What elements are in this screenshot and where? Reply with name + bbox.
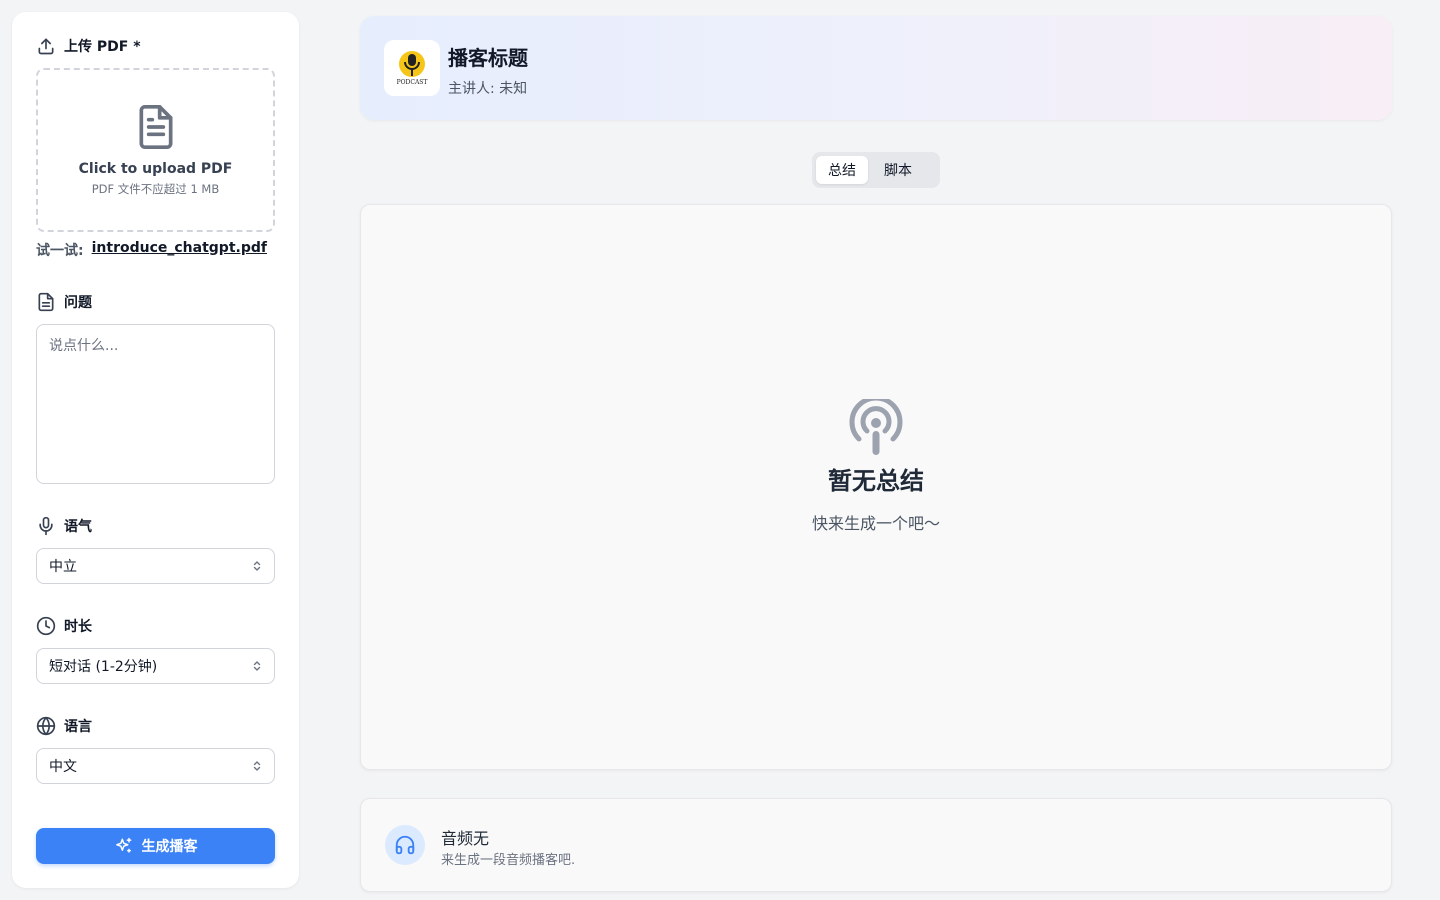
summary-panel: 暂无总结 快来生成一个吧～ [360,204,1392,770]
tone-select[interactable]: 中立 [36,548,275,584]
document-icon [139,105,172,150]
logo-text: PODCAST [397,79,428,86]
upload-pdf-label-text: 上传 PDF * [64,39,141,55]
sidebar: 上传 PDF * Click to upload PDF PDF 文件不应超过 … [12,12,299,888]
language-label-text: 语言 [64,719,92,735]
question-placeholder: 说点什么... [49,338,119,354]
podcast-icon [849,399,903,455]
headphones-icon [395,835,415,855]
upload-pdf-label: 上传 PDF * [36,36,141,56]
audio-title: 音频无 [441,829,490,848]
tone-value: 中立 [49,559,77,575]
podcast-title: 播客标题 [448,46,528,70]
language-value: 中文 [49,759,77,775]
duration-select[interactable]: 短对话 (1-2分钟) [36,648,275,684]
podcast-host: 主讲人: 未知 [448,81,528,97]
sample-pdf-link[interactable]: introduce_chatgpt.pdf [92,240,267,260]
sparkles-icon [115,837,131,853]
generate-podcast-label: 生成播客 [141,839,198,855]
tone-label-text: 语气 [64,519,92,535]
clock-icon [36,616,56,636]
upload-icon [38,38,54,55]
view-tabs: 总结 脚本 [812,152,940,188]
chevron-up-down-icon [253,661,261,671]
duration-label: 时长 [36,616,92,636]
empty-subtitle: 快来生成一个吧～ [811,514,940,533]
tab-summary[interactable]: 总结 [816,156,868,184]
try-sample-row: 试一试: introduce_chatgpt.pdf [36,240,267,260]
upload-hint: PDF 文件不应超过 1 MB [91,182,220,196]
empty-state: 暂无总结 快来生成一个吧～ [361,399,1391,534]
microphone-icon [39,516,53,536]
tone-label: 语气 [36,516,92,536]
podcast-logo-image: PODCAST [397,51,428,86]
audio-player-card: 音频无 来生成一段音频播客吧. [360,798,1392,892]
podcast-header: PODCAST 播客标题 主讲人: 未知 [360,16,1392,120]
audio-subtitle: 来生成一段音频播客吧. [441,853,576,868]
try-prefix: 试一试: [36,243,84,259]
file-text-icon [38,292,54,312]
upload-title: Click to upload PDF [78,161,233,177]
chevron-up-down-icon [253,561,261,571]
generate-podcast-button[interactable]: 生成播客 [36,828,275,864]
pdf-upload-dropzone[interactable]: Click to upload PDF PDF 文件不应超过 1 MB [36,68,275,232]
podcast-logo: PODCAST [384,40,440,96]
audio-icon-badge [385,825,425,865]
globe-icon [36,716,56,736]
question-label-text: 问题 [64,295,92,311]
question-label: 问题 [36,292,92,312]
question-textarea[interactable]: 说点什么... [36,324,275,484]
chevron-up-down-icon [253,761,261,771]
duration-value: 短对话 (1-2分钟) [49,659,158,675]
duration-label-text: 时长 [64,619,92,635]
language-select[interactable]: 中文 [36,748,275,784]
tab-script[interactable]: 脚本 [872,156,924,184]
empty-title: 暂无总结 [828,467,924,495]
language-label: 语言 [36,716,92,736]
